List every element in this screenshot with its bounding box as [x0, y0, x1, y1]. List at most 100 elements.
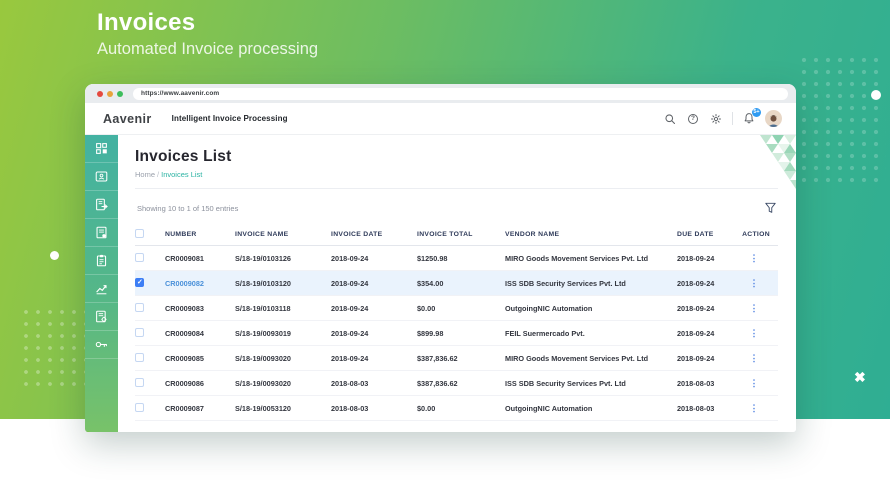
triangle-mosaic-decoration — [760, 135, 796, 189]
row-actions-menu-icon[interactable] — [750, 279, 759, 288]
invoice-total-cell: $387,836.62 — [417, 378, 458, 388]
minimize-window-icon[interactable] — [107, 90, 113, 97]
page-head: Invoices List Home / Invoices List — [135, 135, 778, 189]
banner-title: Invoices — [97, 9, 196, 36]
table-row[interactable]: CR0009087 S/18-19/0053120 2018-08-03 $0.… — [135, 396, 778, 421]
sidebar-item-clipboard[interactable] — [85, 247, 118, 275]
row-checkbox[interactable] — [135, 352, 144, 362]
close-window-icon[interactable] — [97, 90, 103, 97]
table-row[interactable]: CR0009086 S/18-19/0093020 2018-08-03 $38… — [135, 371, 778, 396]
table-header-row: NUMBER INVOICE NAME INVOICE DATE INVOICE… — [135, 224, 778, 246]
user-avatar[interactable] — [765, 110, 782, 127]
due-date-cell: 2018-09-24 — [677, 253, 715, 263]
vendor-card-icon — [95, 171, 108, 182]
sidebar-item-analytics[interactable] — [85, 275, 118, 303]
invoice-name-cell: S/18-19/0103120 — [235, 278, 291, 288]
invoice-total-cell: $0.00 — [417, 303, 436, 313]
invoice-name-cell: S/18-19/0103118 — [235, 303, 291, 313]
header-divider — [732, 112, 733, 125]
breadcrumb-home-link[interactable]: Home — [135, 170, 155, 179]
invoice-number-link[interactable]: CR0009083 — [165, 304, 235, 313]
column-header-due-date[interactable]: DUE DATE — [677, 231, 741, 238]
help-icon[interactable] — [686, 112, 700, 126]
vendor-name-cell: MIRO Goods Movement Services Pvt. Ltd — [505, 253, 649, 263]
column-header-invoice-date[interactable]: INVOICE DATE — [331, 231, 417, 238]
due-date-cell: 2018-09-24 — [677, 353, 715, 363]
table-row[interactable]: CR0009084 S/18-19/0093019 2018-09-24 $89… — [135, 321, 778, 346]
row-checkbox[interactable] — [135, 277, 144, 287]
browser-window: https://www.aavenir.com Aavenir Intellig… — [85, 84, 796, 432]
row-actions-menu-icon[interactable] — [750, 304, 759, 313]
table-row[interactable]: CR0009082 S/18-19/0103120 2018-09-24 $35… — [135, 271, 778, 296]
analytics-icon — [96, 285, 107, 295]
invoice-number-link[interactable]: CR0009086 — [165, 379, 235, 388]
browser-chrome-bar: https://www.aavenir.com — [85, 84, 796, 103]
vendor-name-cell: ISS SDB Security Services Pvt. Ltd — [505, 278, 626, 288]
invoice-outbox-icon — [96, 198, 108, 211]
sidebar-item-dashboard[interactable] — [85, 135, 118, 163]
invoice-number-link[interactable]: CR0009082 — [165, 279, 235, 288]
column-header-invoice-total[interactable]: INVOICE TOTAL — [417, 231, 505, 238]
gear-icon[interactable] — [709, 112, 723, 126]
column-header-vendor-name[interactable]: VENDOR NAME — [505, 231, 677, 238]
invoice-number-link[interactable]: CR0009087 — [165, 404, 235, 413]
sidebar-item-invoice-outbox[interactable] — [85, 191, 118, 219]
invoice-number-link[interactable]: CR0009085 — [165, 354, 235, 363]
row-actions-menu-icon[interactable] — [750, 329, 759, 338]
table-row[interactable]: CR0009081 S/18-19/0103126 2018-09-24 $12… — [135, 246, 778, 271]
row-actions-menu-icon[interactable] — [750, 379, 759, 388]
breadcrumb-separator: / — [157, 170, 160, 179]
url-text: https://www.aavenir.com — [141, 90, 220, 97]
row-checkbox[interactable] — [135, 402, 144, 412]
window-controls[interactable] — [97, 90, 123, 97]
bell-icon[interactable]: 5+ — [742, 107, 761, 126]
search-icon[interactable] — [663, 112, 677, 126]
sidebar-item-access-keys[interactable] — [85, 331, 118, 359]
help-question-glyph — [688, 113, 698, 124]
dot-pattern-right — [798, 54, 886, 186]
due-date-cell: 2018-09-24 — [677, 278, 715, 288]
row-actions-menu-icon[interactable] — [750, 404, 759, 413]
due-date-cell: 2018-08-03 — [677, 403, 715, 413]
row-checkbox[interactable] — [135, 252, 144, 262]
invoice-name-cell: S/18-19/0093020 — [235, 353, 291, 363]
invoice-date-cell: 2018-08-03 — [331, 403, 369, 413]
sidebar-item-vendors[interactable] — [85, 163, 118, 191]
banner-subtitle: Automated Invoice processing — [97, 40, 319, 58]
invoice-name-cell: S/18-19/0053120 — [235, 403, 291, 413]
invoice-total-cell: $899.98 — [417, 328, 444, 338]
vendor-name-cell: ISS SDB Security Services Pvt. Ltd — [505, 378, 626, 388]
aavenir-logo[interactable]: Aavenir — [103, 112, 152, 126]
row-checkbox[interactable] — [135, 302, 144, 312]
row-checkbox[interactable] — [135, 327, 144, 337]
page-background: Invoices Automated Invoice processing ht… — [0, 0, 890, 500]
maximize-window-icon[interactable] — [117, 90, 123, 97]
page-title: Invoices List — [135, 148, 232, 165]
invoice-date-cell: 2018-09-24 — [331, 328, 369, 338]
row-actions-menu-icon[interactable] — [750, 254, 759, 263]
invoice-date-cell: 2018-09-24 — [331, 278, 369, 288]
sidebar-item-report-settings[interactable] — [85, 303, 118, 331]
due-date-cell: 2018-08-03 — [677, 378, 715, 388]
invoice-date-cell: 2018-08-03 — [331, 378, 369, 388]
address-bar[interactable]: https://www.aavenir.com — [133, 87, 788, 100]
invoice-total-cell: $0.00 — [417, 403, 436, 413]
vendor-name-cell: FEIL Suermercado Pvt. — [505, 328, 585, 338]
breadcrumb-current: Invoices List — [161, 170, 203, 179]
main-content: Invoices List Home / Invoices List Showing… — [118, 135, 796, 432]
app-title: Intelligent Invoice Processing — [171, 114, 288, 123]
table-toolbar: Showing 10 to 1 of 150 entries — [135, 189, 778, 224]
column-header-number[interactable]: NUMBER — [165, 231, 235, 238]
invoice-number-link[interactable]: CR0009084 — [165, 329, 235, 338]
logo-leaf-icon — [86, 431, 90, 432]
table-row[interactable]: CR0009083 S/18-19/0103118 2018-09-24 $0.… — [135, 296, 778, 321]
row-actions-menu-icon[interactable] — [750, 354, 759, 363]
column-header-invoice-name[interactable]: INVOICE NAME — [235, 231, 331, 238]
sidebar-item-invoices[interactable] — [85, 219, 118, 247]
table-row[interactable]: CR0009085 S/18-19/0093020 2018-09-24 $38… — [135, 346, 778, 371]
invoice-number-link[interactable]: CR0009081 — [165, 254, 235, 263]
row-checkbox[interactable] — [135, 377, 144, 387]
report-settings-icon — [96, 310, 107, 323]
filter-icon[interactable] — [765, 202, 776, 214]
select-all-checkbox[interactable] — [135, 229, 144, 238]
